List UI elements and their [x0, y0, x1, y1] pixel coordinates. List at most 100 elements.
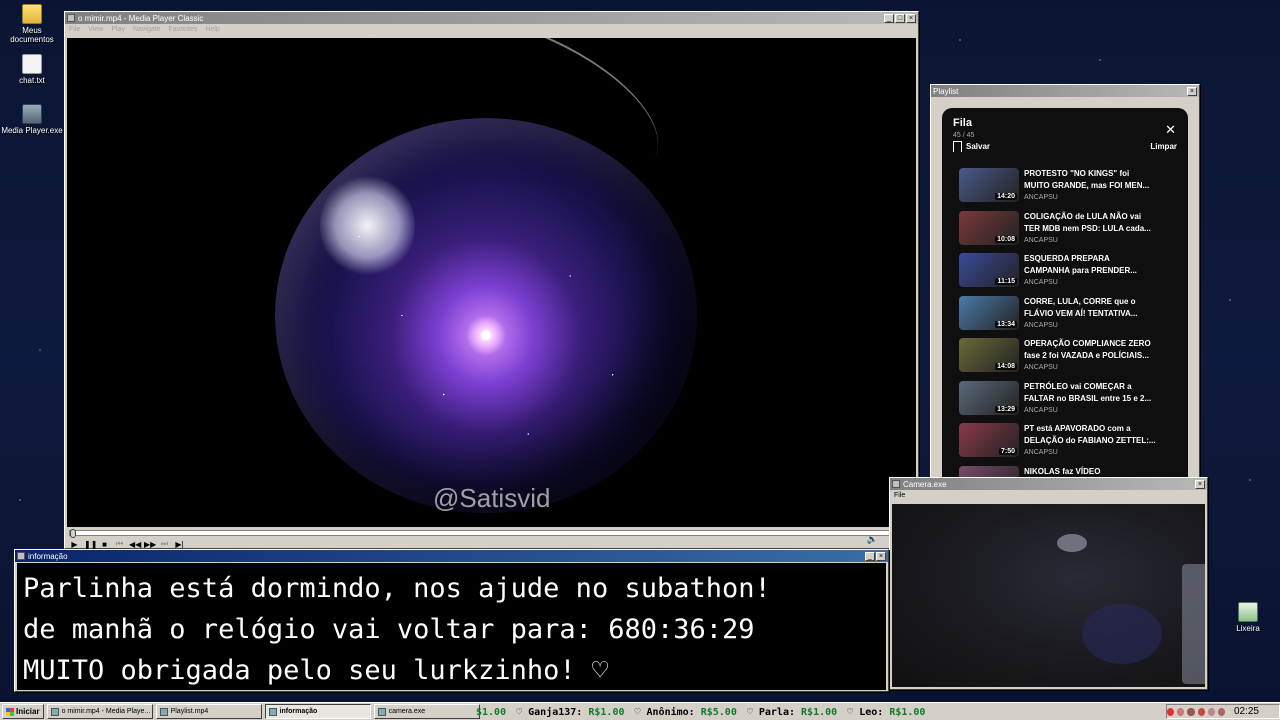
mpc-titlebar[interactable]: o mimir.mp4 - Media Player Classic _ □ ×	[65, 12, 918, 24]
desktop-icon-my-documents[interactable]: Meus documentos	[0, 4, 64, 44]
pause-icon[interactable]: ❚❚	[84, 540, 97, 549]
taskbar-button-label: Playlist.mp4	[170, 708, 209, 715]
close-button[interactable]: ×	[1195, 479, 1205, 489]
maximize-button[interactable]: □	[895, 13, 905, 23]
volume-icon[interactable]: 🔈	[867, 534, 878, 545]
camera-feed	[892, 504, 1205, 687]
menu-file[interactable]: File	[69, 26, 80, 33]
seek-bar[interactable]	[69, 529, 912, 538]
menu-favorites[interactable]: Favorites	[169, 26, 198, 33]
close-button[interactable]: ×	[876, 551, 886, 561]
taskbar-button[interactable]: Playlist.mp4	[155, 704, 262, 719]
ticker-entry: ♡ Leo: R$1.00	[847, 707, 925, 718]
ticker-entry: ♡ Anônimo: R$5.00	[634, 707, 736, 718]
playlist-window-title: Playlist	[933, 86, 959, 96]
taskbar-button-label: o mimir.mp4 - Media Playe...	[61, 708, 151, 715]
item-title-line-2: FALTAR no BRASIL entre 15 e 2...	[1024, 393, 1152, 403]
skip-back-icon[interactable]: ⏮	[114, 539, 125, 549]
tray-icon[interactable]	[1187, 707, 1195, 716]
menu-navigate[interactable]: Navigate	[133, 26, 161, 33]
video-thumbnail: 11:15	[959, 253, 1019, 287]
donation-amount: R$5.00	[700, 706, 737, 718]
tray-icon[interactable]	[1177, 707, 1185, 716]
info-line-1: Parlinha está dormindo, nos ajude no sub…	[23, 573, 771, 604]
close-button[interactable]: ×	[906, 13, 916, 23]
queue-list: 14:20 PROTESTO "NO KINGS" foi MUITO GRANDE…	[942, 168, 1188, 478]
windows-logo-icon	[6, 707, 14, 716]
play-icon[interactable]: ▶	[69, 540, 80, 549]
start-button[interactable]: Iniciar	[2, 704, 44, 719]
rewind-icon[interactable]: ◀◀	[129, 540, 141, 549]
video-duration: 14:08	[995, 363, 1017, 370]
playlist-item[interactable]: 10:08 COLIGAÇÃO de LULA NÃO vai TER MDB ne…	[942, 210, 1188, 254]
item-channel: ANCAPSU	[1024, 236, 1058, 244]
donor-name: Parla:	[758, 706, 795, 718]
item-channel: ANCAPSU	[1024, 279, 1058, 286]
ticker-entry: ♡ Ganja137: R$1.00	[516, 707, 624, 718]
tray-icon[interactable]	[1207, 707, 1215, 716]
taskbar-button[interactable]: o mimir.mp4 - Media Playe...	[46, 704, 153, 719]
seek-thumb[interactable]	[70, 529, 76, 538]
playlist-item[interactable]: 7:50 PT está APAVORADO com a DELAÇÃO do FA…	[942, 423, 1188, 466]
info-titlebar[interactable]: informação _ ×	[15, 550, 888, 562]
desktop-icon-media-player[interactable]: Media Player.exe	[0, 104, 64, 135]
playlist-item[interactable]: 11:15 ESQUERDA PREPARA CAMPANHA para PREND…	[942, 253, 1188, 296]
heart-icon: ♡	[847, 706, 854, 718]
item-title-line-2: fase 2 foi VAZADA e POLÍCIAIS...	[1024, 351, 1149, 360]
video-area[interactable]: @Satisvid	[67, 38, 916, 527]
video-thumbnail: 13:29	[959, 380, 1019, 415]
ticker-entry: ♡ Parla: R$1.00	[747, 707, 837, 718]
item-text: PETRÓLEO vai COMEÇAR a FALTAR no BRASIL e…	[1024, 381, 1151, 424]
queue-panel: Fila 45 / 45 ✕ Salvar Limpar 14:20 PROTES…	[942, 108, 1188, 478]
close-icon[interactable]: ✕	[1165, 122, 1176, 138]
tray-icon[interactable]	[1217, 707, 1225, 716]
start-label: Iniciar	[16, 707, 40, 716]
camera-titlebar[interactable]: Camera.exe ×	[890, 478, 1207, 490]
minimize-button[interactable]: _	[865, 551, 875, 561]
mpc-menubar: File View Play Navigate Favorites Help	[65, 24, 918, 35]
taskbar-button[interactable]: camera.exe	[373, 704, 480, 719]
desktop-icon-label: Lixeira	[1236, 624, 1260, 633]
skip-forward-icon[interactable]: ⏭	[159, 539, 170, 549]
save-button[interactable]: Salvar	[953, 141, 990, 152]
donation-amount: R$1.00	[588, 706, 625, 718]
item-title-line-2: CAMPANHA para PRENDER...	[1024, 266, 1137, 275]
mpc-app-icon	[67, 14, 75, 22]
playlist-item[interactable]: 13:34 CORRE, LULA, CORRE que o FLÁVIO VEM …	[942, 295, 1188, 339]
window-icon	[377, 707, 386, 716]
item-text: PROTESTO "NO KINGS" foi MUITO GRANDE, mas…	[1024, 168, 1149, 211]
minimize-button[interactable]: _	[884, 13, 894, 23]
frame-step-icon[interactable]: ▶|	[174, 540, 185, 549]
tray-icon[interactable]	[1167, 707, 1175, 716]
camera-menubar: File	[890, 490, 1207, 501]
desktop-icon-chat-txt[interactable]: chat.txt	[0, 54, 64, 85]
camera-shadow	[1082, 604, 1162, 664]
close-button[interactable]: ×	[1187, 86, 1197, 96]
playlist-window: Playlist × Fila 45 / 45 ✕ Salvar Limpar …	[930, 84, 1200, 480]
menu-play[interactable]: Play	[111, 26, 125, 33]
donor-name: Leo:	[859, 706, 884, 718]
media-player-icon	[22, 104, 42, 124]
clear-button[interactable]: Limpar	[1150, 142, 1177, 151]
item-title-line-1: CORRE, LULA, CORRE que o	[1024, 296, 1136, 306]
folder-icon	[22, 4, 42, 24]
window-icon	[50, 707, 59, 716]
menu-view[interactable]: View	[88, 26, 103, 33]
playlist-item[interactable]: 14:20 PROTESTO "NO KINGS" foi MUITO GRANDE…	[942, 168, 1188, 211]
desktop-icon-recycle-bin[interactable]: Lixeira	[1216, 602, 1280, 633]
clock[interactable]: 02:25	[1234, 706, 1259, 717]
fast-forward-icon[interactable]: ▶▶	[144, 540, 156, 549]
item-text: CORRE, LULA, CORRE que o FLÁVIO VEM AÍ! T…	[1024, 296, 1137, 339]
playlist-item[interactable]: 14:08 OPERAÇÃO COMPLIANCE ZERO fase 2 foi …	[942, 338, 1188, 381]
item-channel: ANCAPSU	[1024, 449, 1058, 456]
menu-file[interactable]: File	[894, 492, 905, 499]
playlist-titlebar[interactable]: Playlist ×	[931, 85, 1199, 97]
menu-help[interactable]: Help	[205, 26, 219, 33]
taskbar-button[interactable]: informação	[264, 704, 371, 719]
stop-icon[interactable]: ■	[99, 540, 110, 549]
ticker-entry: $1.00	[476, 707, 506, 718]
desktop-icon-label: chat.txt	[19, 76, 45, 85]
desktop-icon-label: Meus documentos	[10, 26, 54, 44]
tray-icon[interactable]	[1197, 707, 1205, 716]
playlist-item[interactable]: 13:29 PETRÓLEO vai COMEÇAR a FALTAR no BRA…	[942, 380, 1188, 424]
